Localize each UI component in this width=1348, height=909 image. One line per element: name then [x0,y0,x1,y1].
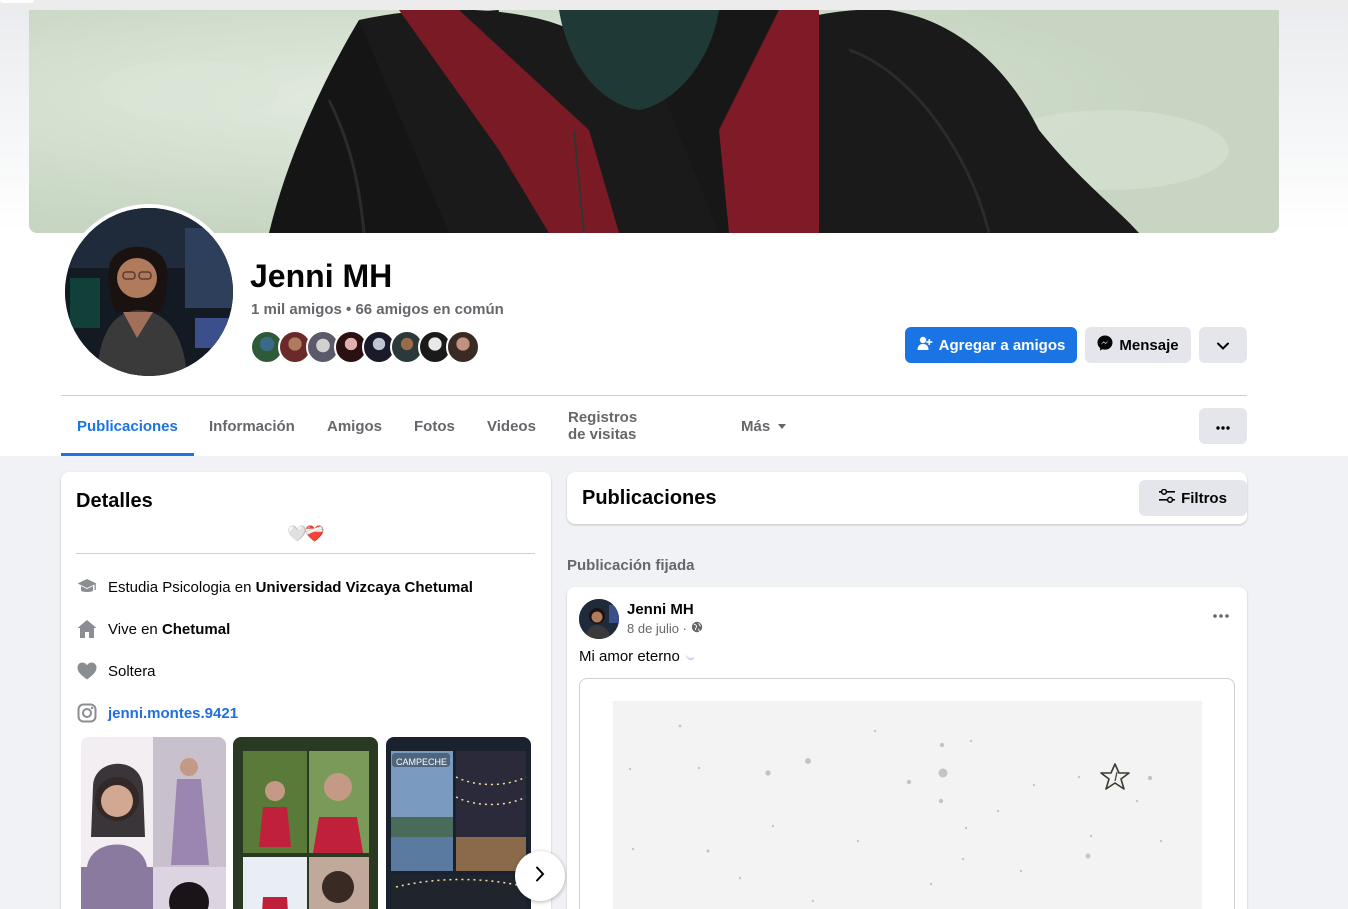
instagram-icon [76,702,98,724]
tabs-more-button[interactable] [1199,408,1247,444]
globe-icon [691,621,703,636]
detail-relationship: Soltera [76,659,156,683]
profile-options-button[interactable] [1199,327,1247,363]
detail-education: Estudia Psicologia en Universidad Vizcay… [76,575,473,599]
tab-amigos[interactable]: Amigos [311,396,398,456]
details-card: Detalles 🤍❤️‍🩹 Estudia Psicologia en Uni… [61,472,565,909]
filters-button[interactable]: Filtros [1139,480,1247,516]
bio-text: 🤍❤️‍🩹 [287,526,325,543]
post-date[interactable]: 8 de julio · [627,621,687,636]
more-dots-icon [1213,605,1229,622]
post-author-name[interactable]: Jenni MH [627,601,694,618]
featured-tag: CAMPECHE [396,757,448,767]
posts-header-card: Publicaciones Filtros [567,472,1247,524]
chevron-down-icon [1217,337,1229,354]
caret-down-icon [778,423,787,429]
details-title: Detalles [76,490,153,512]
post-author-avatar[interactable] [579,599,619,639]
top-strip [0,0,1348,10]
add-friend-button[interactable]: Agregar a amigos [905,327,1077,363]
featured-next-button[interactable] [515,851,565,901]
tab-registros[interactable]: Registros de visitas [552,396,653,456]
pinned-label: Publicación fijada [567,557,695,574]
profile-picture[interactable] [61,204,237,380]
chevron-right-icon [535,866,545,887]
profile-name: Jenni MH [250,258,393,294]
featured-photo-1[interactable] [81,737,226,909]
message-label: Mensaje [1119,336,1179,354]
post-options-button[interactable] [1213,605,1229,623]
add-friend-label: Agregar a amigos [938,336,1066,354]
moon-icon [684,649,696,666]
post-text: Mi amor eterno [579,648,696,666]
pinned-post: Jenni MH 8 de julio · Mi amor eterno [567,587,1247,909]
post-meta: 8 de julio · [627,621,703,636]
home-icon [76,618,98,640]
profile-header: Jenni MH 1 mil amigos • 66 amigos en com… [0,0,1348,456]
cover-photo[interactable] [29,10,1279,233]
graduation-cap-icon [76,576,98,598]
tab-publicaciones[interactable]: Publicaciones [61,396,194,456]
add-friend-icon [917,335,933,355]
heart-icon [76,660,98,682]
city-link[interactable]: Chetumal [162,621,230,638]
detail-location: Vive en Chetumal [76,617,230,641]
friend-avatar[interactable] [446,330,480,364]
tab-fotos[interactable]: Fotos [398,396,471,456]
featured-photo-2[interactable] [233,737,378,909]
more-dots-icon [1216,417,1230,435]
friend-count[interactable]: 1 mil amigos • 66 amigos en común [251,301,504,318]
featured-photo-3[interactable]: CAMPECHE [386,737,531,909]
details-divider [76,553,535,554]
message-button[interactable]: Mensaje [1085,327,1191,363]
tab-informacion[interactable]: Información [193,396,311,456]
starry-image [613,701,1202,909]
sliders-icon [1159,488,1176,507]
tab-mas[interactable]: Más [725,396,802,456]
instagram-link[interactable]: jenni.montes.9421 [108,705,238,722]
education-link[interactable]: Universidad Vizcaya Chetumal [256,579,473,596]
detail-instagram: jenni.montes.9421 [76,701,238,725]
post-media[interactable] [579,678,1235,909]
posts-title: Publicaciones [582,487,717,509]
tab-videos[interactable]: Videos [471,396,552,456]
messenger-icon [1097,335,1113,355]
